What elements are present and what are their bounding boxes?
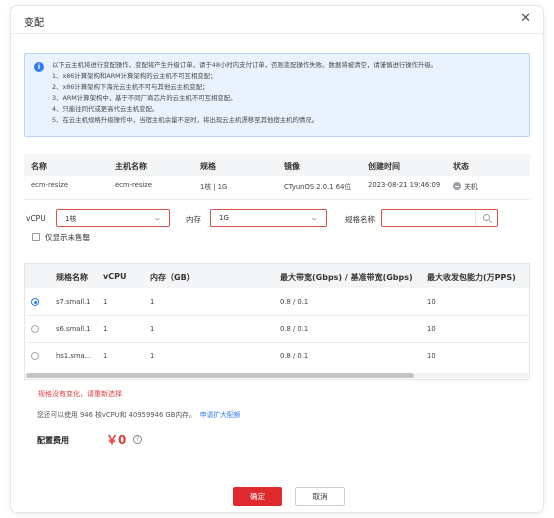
- search-button[interactable]: [475, 210, 497, 226]
- spec-mem: 1: [150, 298, 155, 306]
- spec-radio[interactable]: [31, 325, 39, 333]
- power-off-icon: [453, 182, 461, 190]
- spec-name-label: 规格名称: [345, 215, 375, 224]
- memory-label: 内存: [186, 215, 201, 224]
- search-icon: [483, 214, 490, 221]
- chevron-down-icon: ⌄: [152, 213, 163, 222]
- spec-name: hs1.sma...: [56, 352, 92, 360]
- status-text: 关机: [464, 183, 478, 191]
- column-header: 最大带宽(Gbps) / 基准带宽(Gbps): [280, 273, 413, 282]
- only-unsold-label[interactable]: 仅显示未售罄: [45, 232, 90, 243]
- spec-name-search[interactable]: [381, 209, 498, 227]
- notice-line: 以下云主机将进行变配操作，变配将产生升级订单，请于48小时内支付订单，否则变配操…: [52, 61, 438, 69]
- column-header: 主机名称: [115, 162, 147, 171]
- notice-line: 5、在云主机规格升级操作中，当宿主机余量不足时，将出现云主机漂移至其他宿主机的情…: [52, 116, 319, 124]
- column-header: 内存（GB）: [150, 273, 195, 282]
- spec-radio-selected[interactable]: [31, 298, 39, 306]
- fee-label: 配置费用: [37, 436, 69, 445]
- spec-mem: 1: [150, 325, 155, 333]
- dialog-header: 变配 ✕: [11, 6, 543, 34]
- column-header: 最大收发包能力(万PPS): [427, 273, 516, 282]
- spec-bandwidth: 0.8 / 0.1: [280, 325, 309, 333]
- quota-text: 您还可以使用 946 核vCPU和 40959946 GB内存。 申请扩大配额: [37, 409, 241, 419]
- quota-message: 您还可以使用 946 核vCPU和 40959946 GB内存。: [37, 411, 196, 419]
- horizontal-scrollbar[interactable]: [26, 373, 528, 378]
- spec-name: s6.small.1: [56, 325, 91, 333]
- only-unsold-checkbox[interactable]: [32, 233, 40, 241]
- notice-line: 3、ARM计算架构中，基于不同厂商芯片的云主机不可互相变配。: [52, 94, 237, 102]
- spec-vcpu: 1: [103, 298, 108, 306]
- dialog-title: 变配: [24, 18, 44, 29]
- spec-table: 规格名称 vCPU 内存（GB） 最大带宽(Gbps) / 基准带宽(Gbps)…: [24, 263, 530, 380]
- instance-name: ecm-resize: [31, 181, 68, 189]
- spec-bandwidth: 0.8 / 0.1: [280, 298, 309, 306]
- spec-mem: 1: [150, 352, 155, 360]
- notice-line: 2、x86计算架构下海光云主机不可与其他云主机变配；: [52, 83, 209, 91]
- column-header: 创建时间: [368, 162, 400, 171]
- instance-host: ecm-resize: [115, 181, 152, 189]
- spec-vcpu: 1: [103, 325, 108, 333]
- spec-name-input[interactable]: [386, 212, 476, 224]
- spec-pps: 10: [427, 325, 436, 333]
- request-quota-link[interactable]: 申请扩大配额: [200, 411, 241, 419]
- memory-select-value: 1G: [219, 214, 229, 222]
- cancel-button[interactable]: 取消: [295, 487, 345, 506]
- instance-created: 2023-08-21 19:46:09: [368, 181, 441, 189]
- divider: [26, 315, 528, 316]
- close-icon[interactable]: ✕: [520, 12, 531, 26]
- spec-name: s7.small.1: [56, 298, 91, 306]
- confirm-button[interactable]: 确定: [233, 487, 282, 506]
- memory-select[interactable]: 1G ⌄: [210, 209, 327, 227]
- fee-value: ￥0: [106, 433, 127, 447]
- vcpu-label: vCPU: [26, 214, 46, 223]
- error-message: 规格没有变化，请重新选择: [38, 390, 122, 398]
- column-header: 镜像: [284, 162, 300, 171]
- chevron-down-icon: ⌄: [309, 213, 320, 222]
- spec-radio[interactable]: [31, 352, 39, 360]
- spec-pps: 10: [427, 298, 436, 306]
- divider: [26, 342, 528, 343]
- spec-bandwidth: 0.8 / 0.1: [280, 352, 309, 360]
- help-icon[interactable]: ?: [133, 435, 142, 444]
- notice-line: 1、x86计算架构和ARM计算架构的云主机不可互相变配；: [52, 72, 217, 80]
- notice-line: 4、只能往同代或更高代云主机变配。: [52, 105, 159, 113]
- resize-dialog: 变配 ✕ i 以下云主机将进行变配操作，变配将产生升级订单，请于48小时内支付订…: [11, 6, 543, 512]
- status-badge: 关机: [453, 181, 478, 191]
- spec-vcpu: 1: [103, 352, 108, 360]
- vcpu-select[interactable]: 1核 ⌄: [56, 209, 170, 227]
- notice-box: i 以下云主机将进行变配操作，变配将产生升级订单，请于48小时内支付订单，否则变…: [24, 53, 530, 137]
- instance-spec: 1核 | 1G: [200, 183, 228, 191]
- column-header: 状态: [453, 162, 469, 171]
- column-header: 规格名称: [56, 273, 88, 282]
- divider: [24, 199, 530, 200]
- column-header: 规格: [200, 162, 216, 171]
- column-header: vCPU: [103, 272, 127, 281]
- spec-pps: 10: [427, 352, 436, 360]
- instance-image: CTyunOS 2.0.1 64位: [284, 183, 352, 191]
- column-header: 名称: [31, 162, 47, 171]
- info-icon: i: [34, 62, 44, 72]
- vcpu-select-value: 1核: [65, 215, 77, 223]
- scrollbar-thumb[interactable]: [26, 373, 414, 378]
